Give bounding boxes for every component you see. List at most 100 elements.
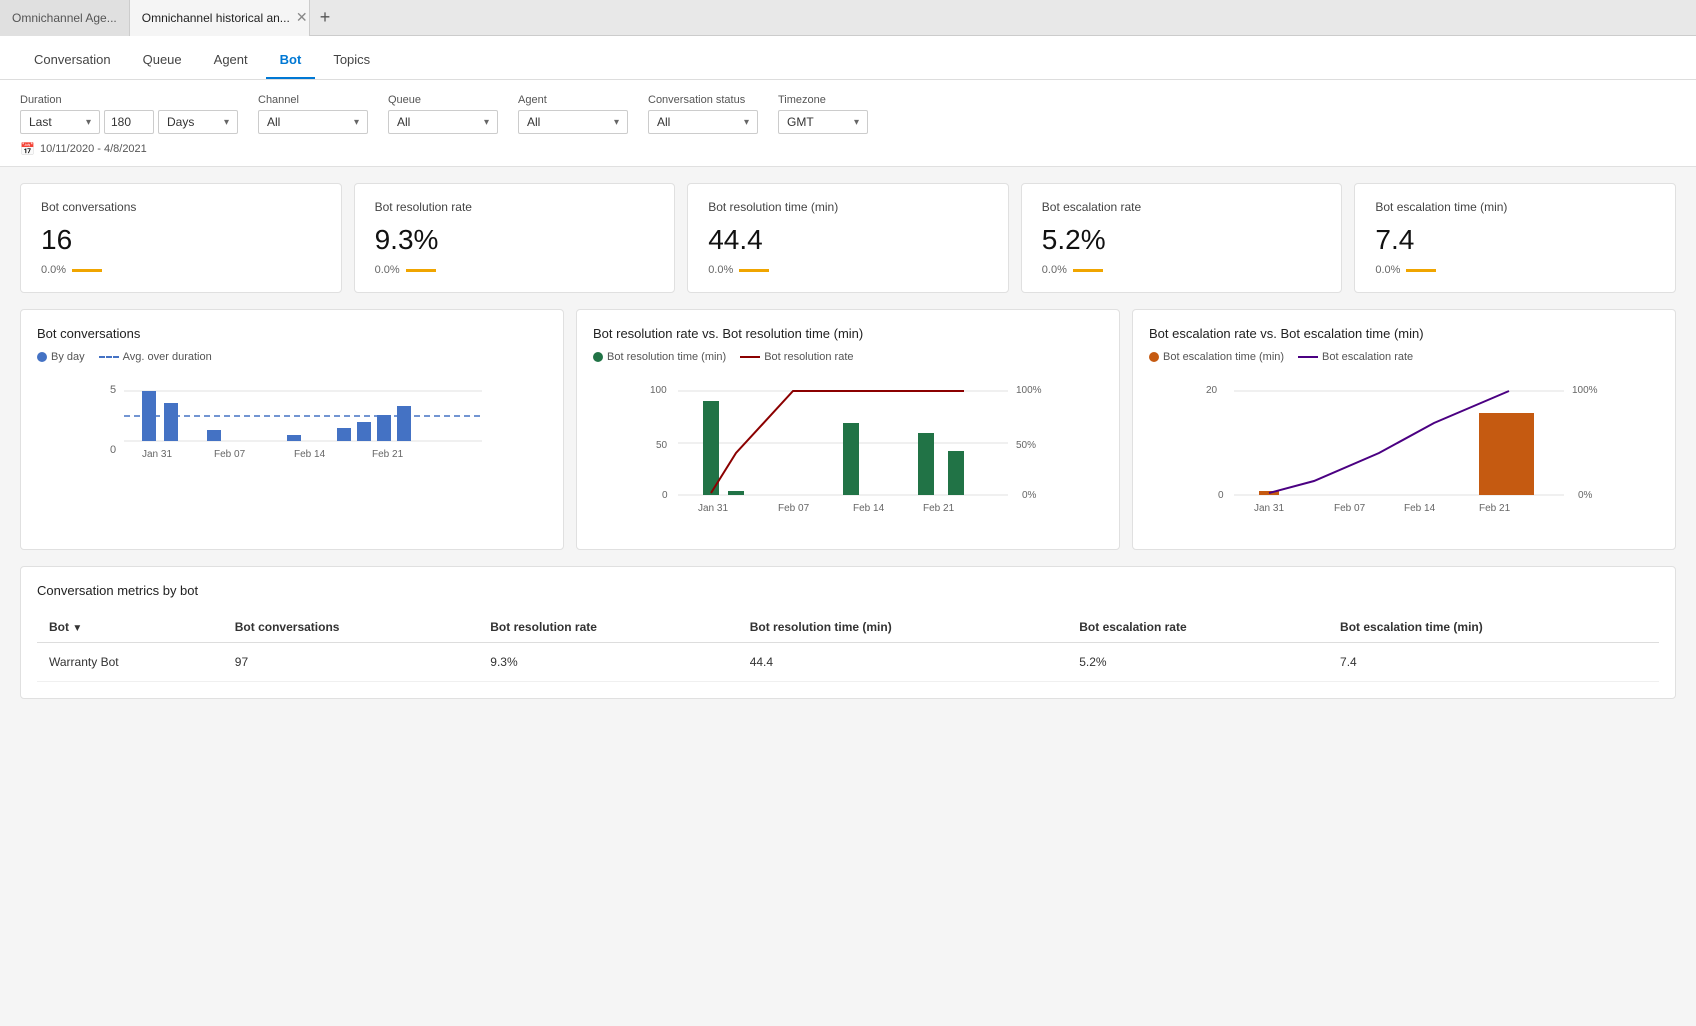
duration-number-input[interactable] — [104, 110, 154, 134]
svg-text:Feb 07: Feb 07 — [778, 503, 810, 514]
browser-tab-label: Omnichannel Age... — [12, 11, 117, 25]
kpi-title-0: Bot conversations — [41, 200, 321, 214]
sort-icon[interactable]: ▼ — [72, 623, 82, 634]
cell-conversations: 97 — [223, 643, 479, 682]
col-bot-escalation-rate: Bot escalation rate — [1067, 612, 1328, 643]
duration-days-dropdown[interactable]: Days ▾ — [158, 110, 238, 134]
date-range: 📅 10/11/2020 - 4/8/2021 — [20, 142, 1676, 156]
svg-text:0%: 0% — [1578, 490, 1593, 501]
chart1-legend-avg: Avg. over duration — [99, 351, 212, 363]
nav-tab-bar: Conversation Queue Agent Bot Topics — [0, 36, 1696, 80]
chart1-svg-container: 5 0 — [37, 373, 547, 533]
resolution-rate-line-icon — [740, 356, 760, 358]
kpi-title-3: Bot escalation rate — [1042, 200, 1322, 214]
chart2-legend-rate: Bot resolution rate — [740, 351, 853, 363]
svg-text:0%: 0% — [1022, 490, 1037, 501]
kpi-footer-2: 0.0% — [708, 264, 988, 276]
col-bot-escalation-time: Bot escalation time (min) — [1328, 612, 1659, 643]
chart-bot-conversations: Bot conversations By day Avg. over durat… — [20, 309, 564, 550]
chart3-svg-container: 20 0 100% 0% Jan 31 — [1149, 373, 1659, 533]
bar-7 — [377, 415, 391, 441]
esc-bar-2 — [1479, 413, 1534, 495]
svg-text:Jan 31: Jan 31 — [698, 503, 728, 514]
kpi-value-1: 9.3% — [375, 224, 655, 256]
cell-escalation-rate: 5.2% — [1067, 643, 1328, 682]
conversation-status-filter: Conversation status All ▾ — [648, 94, 758, 134]
calendar-icon: 📅 — [20, 142, 35, 156]
chart-bot-resolution: Bot resolution rate vs. Bot resolution t… — [576, 309, 1120, 550]
tab-conversation[interactable]: Conversation — [20, 42, 125, 79]
timezone-dropdown[interactable]: GMT ▾ — [778, 110, 868, 134]
chart2-svg: 100 50 0 100% 50% 0% — [593, 373, 1103, 533]
chart3-legend-rate: Bot escalation rate — [1298, 351, 1413, 363]
byday-dot-icon — [37, 352, 47, 362]
queue-filter: Queue All ▾ — [388, 94, 498, 134]
svg-text:5: 5 — [110, 384, 116, 396]
kpi-trend-bar-0 — [72, 269, 102, 272]
chart2-legend-time: Bot resolution time (min) — [593, 351, 726, 363]
res-bar-3 — [843, 423, 859, 495]
svg-text:Feb 21: Feb 21 — [1479, 503, 1511, 514]
svg-text:Feb 14: Feb 14 — [853, 503, 885, 514]
kpi-footer-1: 0.0% — [375, 264, 655, 276]
kpi-row: Bot conversations 16 0.0% Bot resolution… — [20, 183, 1676, 293]
kpi-value-2: 44.4 — [708, 224, 988, 256]
bar-2 — [164, 403, 178, 441]
chart2-title: Bot resolution rate vs. Bot resolution t… — [593, 326, 1103, 341]
svg-text:Feb 21: Feb 21 — [372, 449, 404, 460]
agent-dropdown[interactable]: All ▾ — [518, 110, 628, 134]
bar-5 — [337, 428, 351, 441]
kpi-title-1: Bot resolution rate — [375, 200, 655, 214]
svg-text:50%: 50% — [1016, 440, 1036, 451]
channel-filter: Channel All ▾ — [258, 94, 368, 134]
chart1-title: Bot conversations — [37, 326, 547, 341]
chart2-legend: Bot resolution time (min) Bot resolution… — [593, 351, 1103, 363]
svg-text:Feb 14: Feb 14 — [294, 449, 326, 460]
queue-dropdown[interactable]: All ▾ — [388, 110, 498, 134]
tab-topics[interactable]: Topics — [319, 42, 384, 79]
duration-last-dropdown[interactable]: Last ▾ — [20, 110, 100, 134]
channel-dropdown[interactable]: All ▾ — [258, 110, 368, 134]
bot-metrics-table: Bot ▼ Bot conversations Bot resolution r… — [37, 612, 1659, 682]
cell-bot-name: Warranty Bot — [37, 643, 223, 682]
chart3-svg: 20 0 100% 0% Jan 31 — [1149, 373, 1659, 533]
kpi-value-0: 16 — [41, 224, 321, 256]
browser-tab-omnichannel-agent[interactable]: Omnichannel Age... — [0, 0, 130, 36]
bar-3 — [207, 430, 221, 441]
close-tab-icon[interactable]: ✕ — [296, 9, 308, 26]
res-bar-2 — [728, 491, 744, 495]
chart1-legend: By day Avg. over duration — [37, 351, 547, 363]
kpi-footer-0: 0.0% — [41, 264, 321, 276]
kpi-footer-4: 0.0% — [1375, 264, 1655, 276]
kpi-trend-bar-1 — [406, 269, 436, 272]
browser-tab-bar: Omnichannel Age... Omnichannel historica… — [0, 0, 1696, 36]
col-bot: Bot ▼ — [37, 612, 223, 643]
add-tab-button[interactable]: + — [310, 7, 341, 28]
bar-4 — [287, 435, 301, 441]
svg-text:Feb 21: Feb 21 — [923, 503, 955, 514]
kpi-value-3: 5.2% — [1042, 224, 1322, 256]
svg-text:20: 20 — [1206, 385, 1218, 396]
chevron-down-icon-tz: ▾ — [854, 117, 859, 128]
res-bar-4 — [918, 433, 934, 495]
kpi-title-4: Bot escalation time (min) — [1375, 200, 1655, 214]
chart1-legend-byday: By day — [37, 351, 85, 363]
escalation-rate-line — [1269, 391, 1509, 493]
svg-text:Feb 07: Feb 07 — [214, 449, 246, 460]
bar-6 — [357, 422, 371, 441]
svg-text:Jan 31: Jan 31 — [1254, 503, 1284, 514]
tab-bot[interactable]: Bot — [266, 42, 316, 79]
kpi-trend-bar-3 — [1073, 269, 1103, 272]
bar-1 — [142, 391, 156, 441]
svg-text:Jan 31: Jan 31 — [142, 449, 172, 460]
tab-agent[interactable]: Agent — [200, 42, 262, 79]
chart3-legend-time: Bot escalation time (min) — [1149, 351, 1284, 363]
chevron-down-icon-agent: ▾ — [614, 117, 619, 128]
tab-queue[interactable]: Queue — [129, 42, 196, 79]
conversation-status-dropdown[interactable]: All ▾ — [648, 110, 758, 134]
chart2-svg-container: 100 50 0 100% 50% 0% — [593, 373, 1103, 533]
svg-text:100: 100 — [650, 385, 667, 396]
browser-tab-omnichannel-historical[interactable]: Omnichannel historical an... ✕ — [130, 0, 310, 36]
svg-text:Feb 14: Feb 14 — [1404, 503, 1436, 514]
svg-text:50: 50 — [656, 440, 668, 451]
